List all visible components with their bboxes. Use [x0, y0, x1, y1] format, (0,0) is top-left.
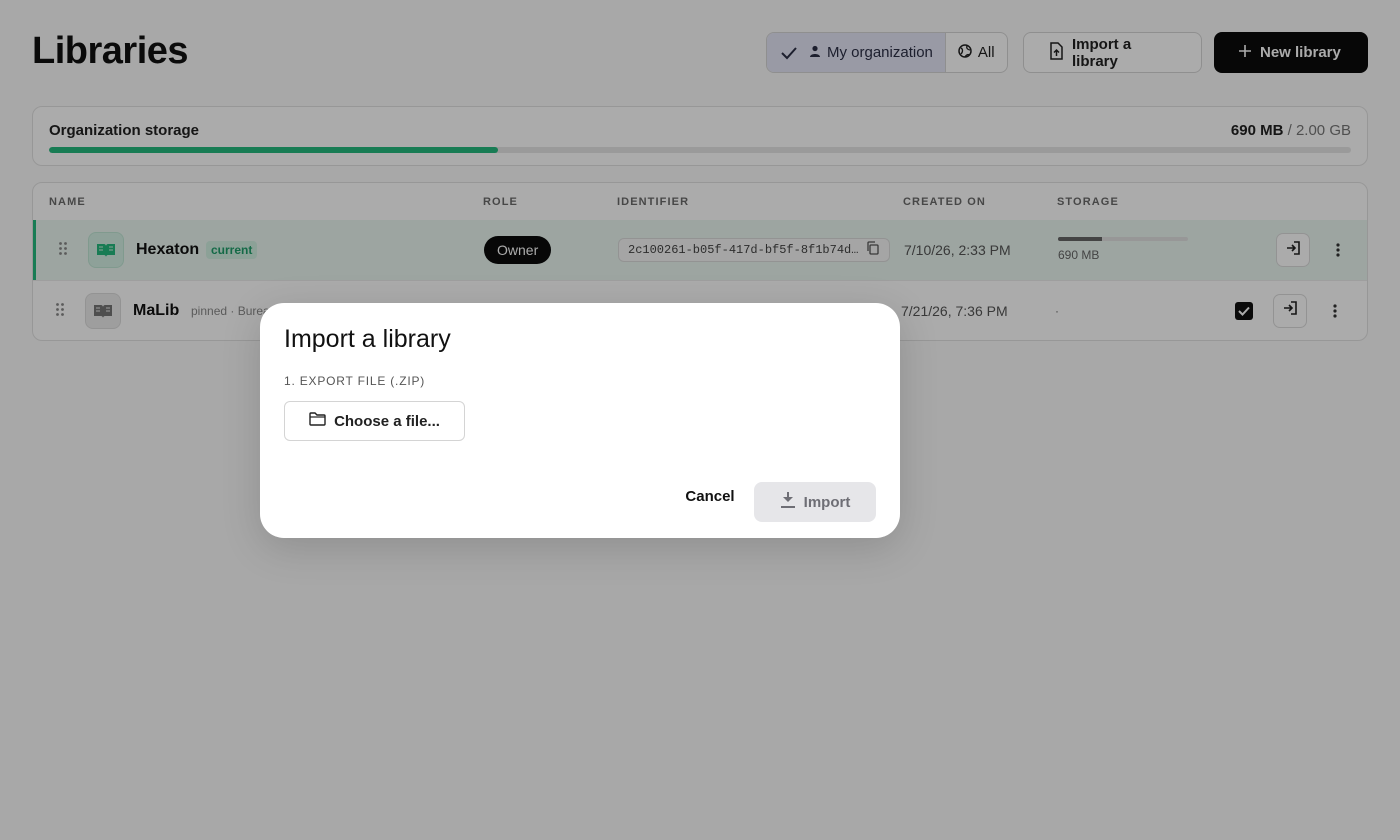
cancel-button[interactable]: Cancel: [674, 488, 746, 505]
export-file-label: 1. EXPORT FILE (.ZIP): [284, 374, 426, 388]
download-icon: [780, 491, 796, 513]
import-library-dialog: Import a library 1. EXPORT FILE (.ZIP) C…: [260, 303, 900, 538]
import-button-label: Import: [803, 493, 851, 511]
choose-file-button[interactable]: Choose a file...: [284, 401, 465, 441]
folder-icon: [309, 412, 326, 430]
import-button[interactable]: Import: [754, 482, 876, 522]
choose-file-label: Choose a file...: [334, 412, 440, 430]
dialog-title: Import a library: [284, 325, 451, 353]
